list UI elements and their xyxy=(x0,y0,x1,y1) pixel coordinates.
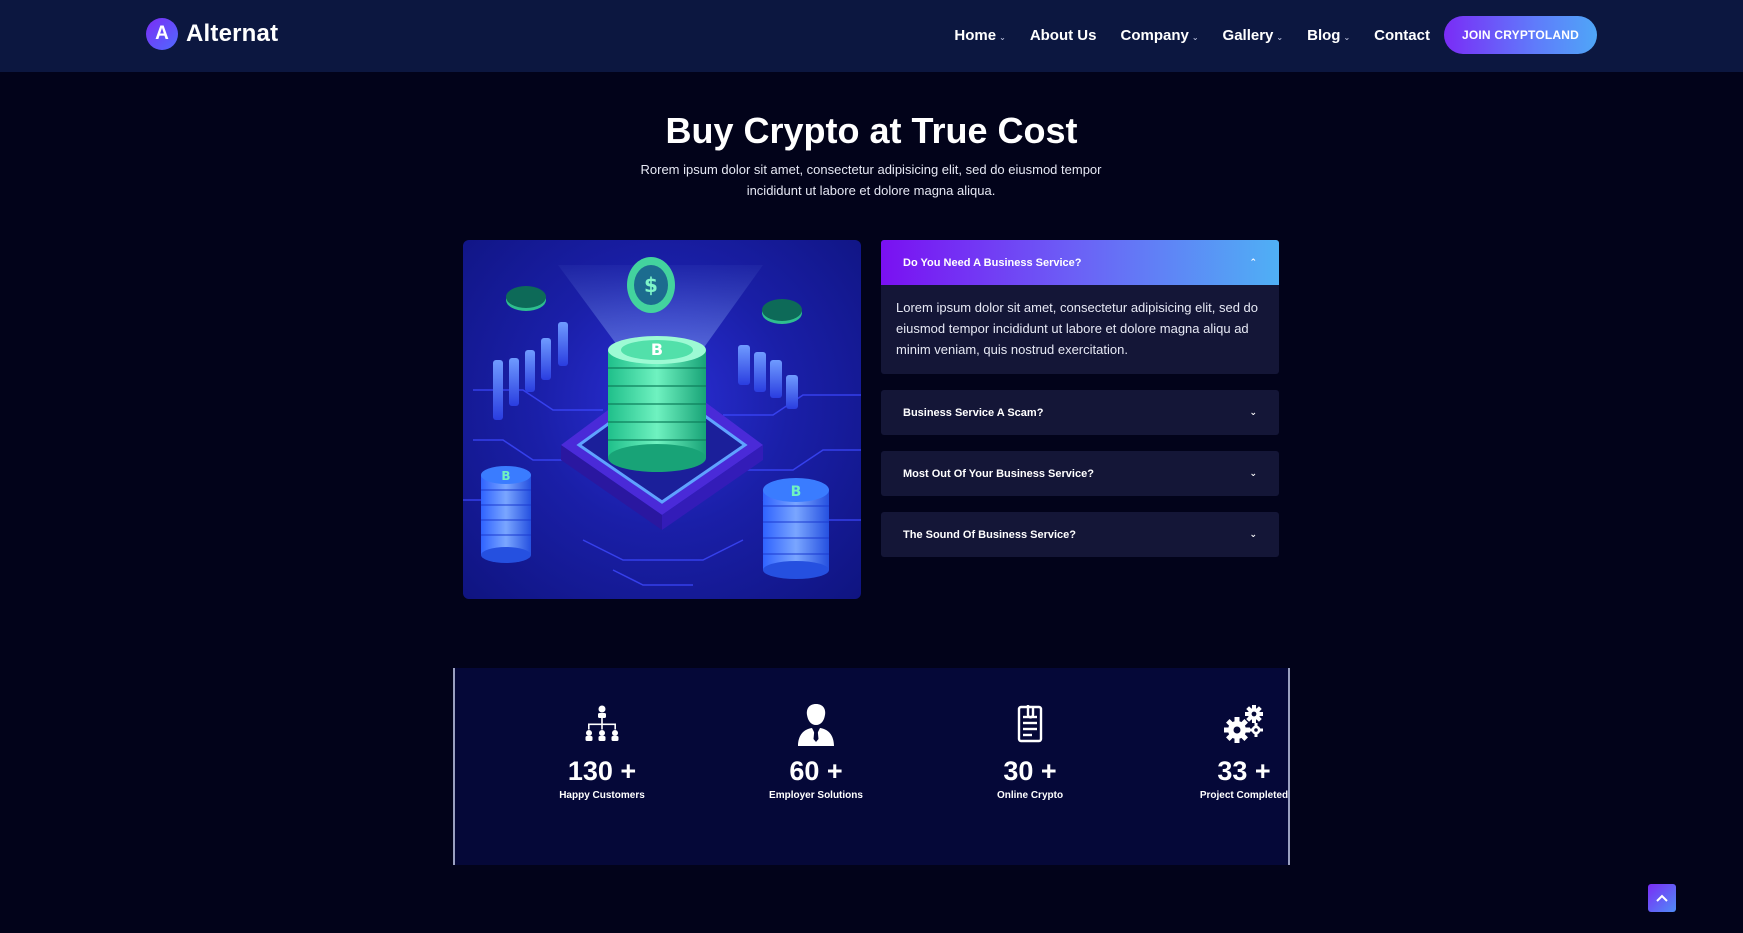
stat-happy-customers: 130 + Happy Customers xyxy=(512,702,692,801)
accordion-header[interactable]: Most Out Of Your Business Service? ⌄ xyxy=(881,451,1279,496)
businessman-icon xyxy=(726,702,906,746)
accordion-body: Lorem ipsum dolor sit amet, consectetur … xyxy=(896,300,1259,357)
chevron-down-icon: ⌄ xyxy=(999,32,1006,42)
join-cryptoland-button[interactable]: JOIN CRYPTOLAND xyxy=(1443,16,1597,54)
stat-value: 130 + xyxy=(567,756,637,786)
chevron-down-icon: ⌄ xyxy=(1249,529,1257,539)
faq-accordion: Do You Need A Business Service? ⌃ Lorem … xyxy=(881,240,1279,573)
stat-online-crypto: 30 + Online Crypto xyxy=(940,702,1120,801)
chevron-down-icon: ⌄ xyxy=(1276,32,1284,42)
svg-text:B: B xyxy=(501,469,510,483)
coin-stack: B xyxy=(608,336,706,472)
nav-label: Home xyxy=(954,26,997,44)
document-clip-icon xyxy=(940,702,1120,746)
stat-value: 33 + xyxy=(1217,756,1271,786)
svg-text:B: B xyxy=(651,340,663,359)
accordion-title: Do You Need A Business Service? xyxy=(903,256,1082,269)
logo-mark: A xyxy=(146,18,178,50)
main-nav: Home ⌄ About Us Company ⌄ Gallery ⌄ Blog… xyxy=(954,16,1597,54)
nav-item-blog[interactable]: Blog ⌄ xyxy=(1307,16,1350,54)
accordion-title: Business Service A Scam? xyxy=(903,406,1044,419)
accordion-title: Most Out Of Your Business Service? xyxy=(903,467,1094,480)
gears-icon xyxy=(1154,702,1334,746)
logo[interactable]: A Alternat xyxy=(146,18,278,50)
stat-employer-solutions: 60 + Employer Solutions xyxy=(726,702,906,801)
chevron-down-icon: ⌄ xyxy=(1249,468,1257,478)
stat-label: Online Crypto xyxy=(996,790,1064,801)
org-chart-icon xyxy=(512,702,692,746)
chevron-down-icon: ⌄ xyxy=(1249,407,1257,417)
nav-label: Company xyxy=(1120,26,1189,44)
crypto-illustration: B $ B B xyxy=(463,240,861,599)
stat-label: Employer Solutions xyxy=(769,790,863,801)
accordion-header[interactable]: Do You Need A Business Service? ⌃ xyxy=(881,240,1279,285)
accordion-title: The Sound Of Business Service? xyxy=(903,528,1076,541)
nav-label: Gallery xyxy=(1222,26,1274,44)
chevron-up-icon: ⌃ xyxy=(1249,257,1257,267)
nav-item-gallery[interactable]: Gallery ⌄ xyxy=(1223,16,1284,54)
accordion-item: Business Service A Scam? ⌄ xyxy=(881,390,1279,435)
svg-text:$: $ xyxy=(644,273,658,297)
nav-item-home[interactable]: Home ⌄ xyxy=(954,16,1005,54)
accordion-item: Do You Need A Business Service? ⌃ Lorem … xyxy=(881,240,1279,374)
accordion-header[interactable]: Business Service A Scam? ⌄ xyxy=(881,390,1279,435)
nav-label: Contact xyxy=(1374,26,1430,44)
section-title: Buy Crypto at True Cost xyxy=(665,110,1078,151)
accordion-header[interactable]: The Sound Of Business Service? ⌄ xyxy=(881,512,1279,557)
chevron-down-icon: ⌄ xyxy=(1343,32,1351,42)
chevron-down-icon: ⌄ xyxy=(1191,32,1199,42)
site-header: A Alternat Home ⌄ About Us Company ⌄ Gal… xyxy=(0,0,1743,72)
crypto-server-image: B $ B B xyxy=(463,257,861,586)
back-to-top-button[interactable] xyxy=(1648,884,1676,912)
stat-label: Happy Customers xyxy=(559,790,645,801)
svg-text:B: B xyxy=(791,484,802,500)
nav-label: About Us xyxy=(1029,26,1097,44)
nav-label: Blog xyxy=(1307,26,1341,44)
logo-text: Alternat xyxy=(186,20,279,47)
stats-section: 130 + Happy Customers 60 + Employer Solu… xyxy=(453,668,1290,865)
stat-value: 60 + xyxy=(789,756,843,786)
stat-value: 30 + xyxy=(1003,756,1057,786)
nav-item-about-us[interactable]: About Us xyxy=(1030,16,1097,54)
accordion-item: Most Out Of Your Business Service? ⌄ xyxy=(881,451,1279,496)
stat-project-completed: 33 + Project Completed xyxy=(1154,702,1334,801)
accordion-item: The Sound Of Business Service? ⌄ xyxy=(881,512,1279,557)
nav-item-company[interactable]: Company ⌄ xyxy=(1120,16,1198,54)
stat-label: Project Completed xyxy=(1199,790,1289,801)
section-subtitle: Rorem ipsum dolor sit amet, consectetur … xyxy=(640,162,1102,198)
nav-item-contact[interactable]: Contact xyxy=(1374,16,1430,54)
chevron-up-icon xyxy=(1656,894,1668,902)
